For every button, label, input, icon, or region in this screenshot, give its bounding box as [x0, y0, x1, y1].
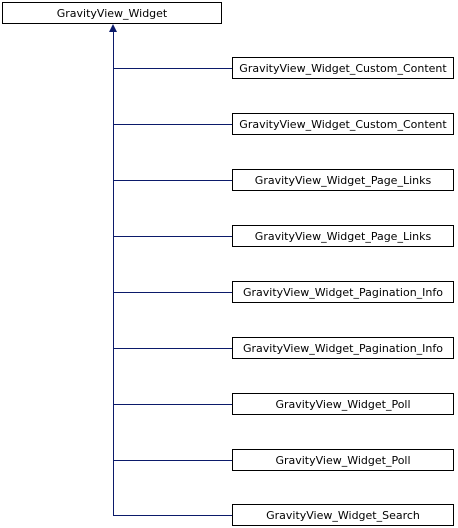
connector-line-6: [113, 348, 232, 349]
child-class-label: GravityView_Widget_Poll: [275, 397, 411, 411]
child-class-node[interactable]: GravityView_Widget_Poll: [232, 449, 454, 471]
inheritance-diagram: GravityView_Widget GravityView_Widget_Cu…: [0, 0, 458, 528]
child-class-node[interactable]: GravityView_Widget_Custom_Content: [232, 57, 454, 79]
child-class-label: GravityView_Widget_Search: [266, 508, 420, 522]
child-class-label: GravityView_Widget_Page_Links: [254, 229, 432, 243]
child-class-label: GravityView_Widget_Page_Links: [254, 173, 432, 187]
connector-line-3: [113, 180, 232, 181]
child-class-node[interactable]: GravityView_Widget_Pagination_Info: [232, 337, 454, 359]
child-class-label: GravityView_Widget_Pagination_Info: [242, 285, 444, 299]
child-class-node[interactable]: GravityView_Widget_Poll: [232, 393, 454, 415]
child-class-node[interactable]: GravityView_Widget_Search: [232, 504, 454, 526]
connector-line-4: [113, 236, 232, 237]
parent-class-node[interactable]: GravityView_Widget: [2, 2, 222, 24]
child-class-label: GravityView_Widget_Pagination_Info: [242, 341, 444, 355]
child-class-node[interactable]: GravityView_Widget_Pagination_Info: [232, 281, 454, 303]
child-class-label: GravityView_Widget_Custom_Content: [239, 117, 447, 131]
connector-line-9: [113, 515, 232, 516]
child-class-node[interactable]: GravityView_Widget_Page_Links: [232, 169, 454, 191]
inheritance-trunk-line: [113, 31, 114, 515]
parent-class-label: GravityView_Widget: [56, 6, 168, 20]
connector-line-7: [113, 404, 232, 405]
child-class-label: GravityView_Widget_Custom_Content: [239, 61, 447, 75]
connector-line-2: [113, 124, 232, 125]
connector-line-8: [113, 460, 232, 461]
child-class-node[interactable]: GravityView_Widget_Custom_Content: [232, 113, 454, 135]
connector-line-1: [113, 68, 232, 69]
child-class-label: GravityView_Widget_Poll: [275, 453, 411, 467]
connector-line-5: [113, 292, 232, 293]
child-class-node[interactable]: GravityView_Widget_Page_Links: [232, 225, 454, 247]
